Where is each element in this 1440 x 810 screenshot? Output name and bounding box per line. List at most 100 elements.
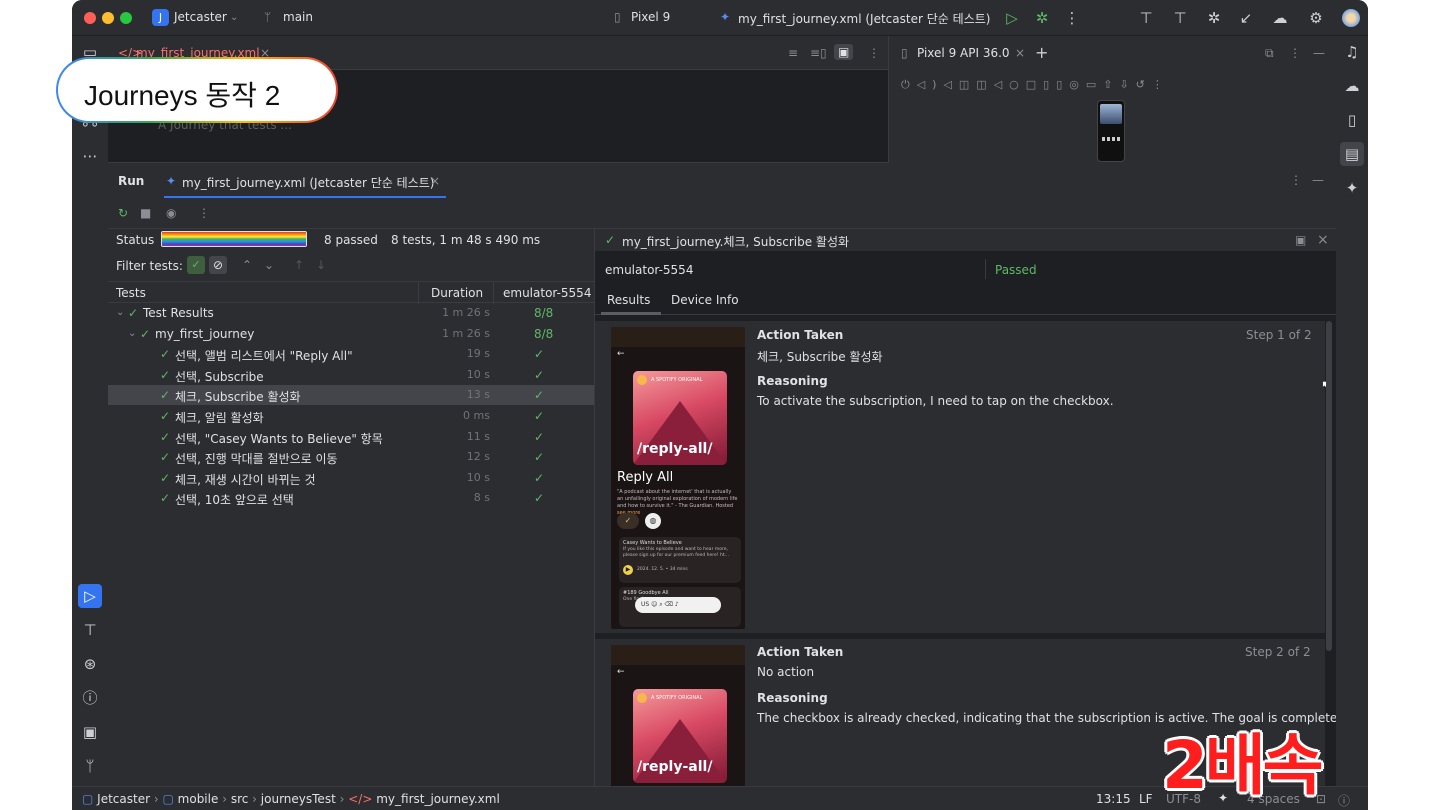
expand-all-icon[interactable]: ⌃ <box>242 258 252 272</box>
caption-text: Journeys 동작 2 <box>84 80 281 111</box>
table-row[interactable]: ✓ 선택, "Casey Wants to Believe" 항목 11 s ✓ <box>108 427 594 447</box>
restore-icon[interactable]: ▣ <box>1295 233 1306 247</box>
table-row[interactable]: ✓ 체크, 알림 활성화 0 ms ✓ <box>108 406 594 426</box>
external-icon[interactable]: ⧉ <box>1265 46 1274 61</box>
crumb-folder[interactable]: src <box>231 792 249 806</box>
more-tools-icon[interactable]: ⋯ <box>78 144 102 168</box>
scrollbar[interactable] <box>1326 321 1332 651</box>
device-selector[interactable]: Pixel 9 <box>631 10 670 24</box>
close-window-button[interactable] <box>84 12 96 24</box>
run-icon[interactable]: ▷ <box>1002 8 1022 28</box>
table-row[interactable]: ⌄ ✓ Test Results 1 m 26 s 8/8 <box>108 303 594 323</box>
minimize-panel-icon[interactable]: — <box>1313 46 1325 60</box>
test-result: ✓ <box>534 347 545 362</box>
reasoning-label: Reasoning <box>757 691 828 705</box>
design-view-icon[interactable]: ▣ <box>834 44 854 60</box>
more-icon[interactable]: ⋮ <box>1062 8 1082 28</box>
split-view-icon[interactable]: ≡▯ <box>810 46 827 60</box>
line-separator[interactable]: LF <box>1139 792 1153 806</box>
subscribe-checkbox[interactable]: ✓ <box>617 513 639 529</box>
tests-column-header[interactable]: Tests <box>116 286 146 300</box>
avatar[interactable] <box>1342 9 1360 27</box>
gemini-icon[interactable]: ✦ <box>1340 176 1364 200</box>
terminal-icon[interactable]: ▣ <box>78 720 102 744</box>
run-more-icon[interactable]: ⋮ <box>1290 173 1302 187</box>
next-failed-icon[interactable]: ↓ <box>316 258 326 272</box>
reasoning-text: To activate the subscription, I need to … <box>757 394 1114 408</box>
zoom-window-button[interactable] <box>120 12 132 24</box>
bug-icon[interactable]: ✲ <box>1204 8 1224 28</box>
test-name: 선택, Subscribe <box>175 369 264 384</box>
episode-text: If you like this episode and want to hea… <box>623 547 729 558</box>
minimize-window-button[interactable] <box>102 12 114 24</box>
progress-fill <box>162 232 306 246</box>
git-icon[interactable]: ᛘ <box>78 754 102 778</box>
close-detail-icon[interactable]: × <box>1317 232 1329 248</box>
project-selector[interactable]: Jetcaster <box>174 10 227 24</box>
expand-chevron-icon[interactable]: ⌄ <box>116 307 124 318</box>
emulator-controls[interactable]: ⏻◁)◁◫◫◁○□▯▯◎▭⇧⇩↺⋮ <box>901 78 1170 92</box>
table-row[interactable]: ⌄ ✓ my_first_journey 1 m 26 s 8/8 <box>108 324 594 344</box>
tab-results[interactable]: Results <box>607 293 650 307</box>
stop-icon[interactable]: ■ <box>140 206 151 220</box>
device-manager-icon[interactable]: ▯ <box>1340 108 1364 132</box>
run-minimize-icon[interactable]: — <box>1312 173 1324 187</box>
gemini-chat-icon[interactable]: ☁ <box>1340 74 1364 98</box>
status-alert-icon[interactable]: ⓘ <box>1338 792 1350 809</box>
table-row[interactable]: ✓ 선택, 10초 앞으로 선택 8 s ✓ <box>108 488 594 508</box>
expand-chevron-icon[interactable]: ⌄ <box>128 328 136 339</box>
editor-more-icon[interactable]: ⋮ <box>868 46 880 60</box>
show-ignored-icon[interactable]: ⊘ <box>209 256 227 274</box>
table-row[interactable]: ✓ 선택, 앨범 리스트에서 "Reply All" 19 s ✓ <box>108 344 594 364</box>
view-icon[interactable]: ◉ <box>166 206 176 220</box>
build-icon[interactable]: ⊤ <box>78 618 102 642</box>
branch-selector[interactable]: main <box>283 10 313 24</box>
table-row[interactable]: ✓ 선택, Subscribe 10 s ✓ <box>108 365 594 385</box>
emulator-phone-preview[interactable] <box>1097 100 1125 162</box>
close-run-tab-icon[interactable]: × <box>430 174 440 188</box>
table-row[interactable]: ✓ 체크, Subscribe 활성화 13 s ✓ <box>108 385 594 406</box>
test-summary: 8 tests, 1 m 48 s 490 ms <box>391 233 541 247</box>
duration-column-header[interactable]: Duration <box>431 286 483 300</box>
notifications-icon[interactable]: ♫ <box>1340 40 1364 64</box>
close-emulator-tab-icon[interactable]: × <box>1015 46 1025 60</box>
table-row[interactable]: ✓ 선택, 진행 막대를 절반으로 이동 12 s ✓ <box>108 447 594 467</box>
episode-card[interactable]: Casey Wants to Believe If you like this … <box>619 537 741 583</box>
emulator-more-icon[interactable]: ⋮ <box>1289 46 1301 60</box>
test-result: 8/8 <box>534 326 554 341</box>
test-result: ✓ <box>534 491 545 506</box>
run-tab[interactable]: my_first_journey.xml (Jetcaster 단순 테스트) <box>182 174 434 191</box>
rerun-icon[interactable]: ↻ <box>118 206 128 220</box>
test-result: ✓ <box>534 470 545 485</box>
android-icon[interactable]: ⊛ <box>78 652 102 676</box>
crumb-project[interactable]: Jetcaster <box>97 792 150 806</box>
show-passed-icon[interactable]: ✓ <box>187 256 205 274</box>
debug-icon[interactable]: ✲ <box>1032 8 1052 28</box>
collapse-all-icon[interactable]: ⌄ <box>264 258 274 272</box>
run-config-selector[interactable]: my_first_journey.xml (Jetcaster 단순 테스트) <box>738 10 990 27</box>
device-column-header[interactable]: emulator-5554 <box>503 286 591 300</box>
play-icon[interactable]: ▶ <box>623 565 633 575</box>
keyboard-toolbar[interactable]: US ☺ ⌕ ⌫ ♪ <box>635 597 721 613</box>
tab-device-info[interactable]: Device Info <box>671 293 739 307</box>
settings-icon[interactable]: ⚙ <box>1306 8 1326 28</box>
running-devices-icon[interactable]: ▤ <box>1340 142 1364 166</box>
profiler-icon[interactable]: ⊤ <box>1170 8 1190 28</box>
run-tool-icon[interactable]: ▷ <box>78 584 102 608</box>
toolbar-more-icon[interactable]: ⋮ <box>198 206 210 220</box>
test-duration: 13 s <box>466 388 490 402</box>
cursor-position[interactable]: 13:15 <box>1096 792 1131 806</box>
crumb-module[interactable]: mobile <box>178 792 219 806</box>
table-row[interactable]: ✓ 체크, 재생 시간이 바뀌는 것 10 s ✓ <box>108 468 594 488</box>
arrow-icon[interactable]: ↙ <box>1236 8 1256 28</box>
notification-icon[interactable]: ◍ <box>645 513 661 529</box>
profile-icon[interactable]: ⊤ <box>1136 8 1156 28</box>
problems-icon[interactable]: ⓘ <box>78 686 102 710</box>
emulator-tab[interactable]: Pixel 9 API 36.0 <box>917 46 1010 60</box>
assistant-icon[interactable]: ☁ <box>1270 8 1290 28</box>
crumb-folder[interactable]: journeysTest <box>261 792 336 806</box>
prev-failed-icon[interactable]: ↑ <box>294 258 304 272</box>
crumb-file[interactable]: my_first_journey.xml <box>376 792 500 806</box>
add-tab-icon[interactable]: + <box>1035 43 1048 62</box>
code-view-icon[interactable]: ≡ <box>788 46 798 60</box>
